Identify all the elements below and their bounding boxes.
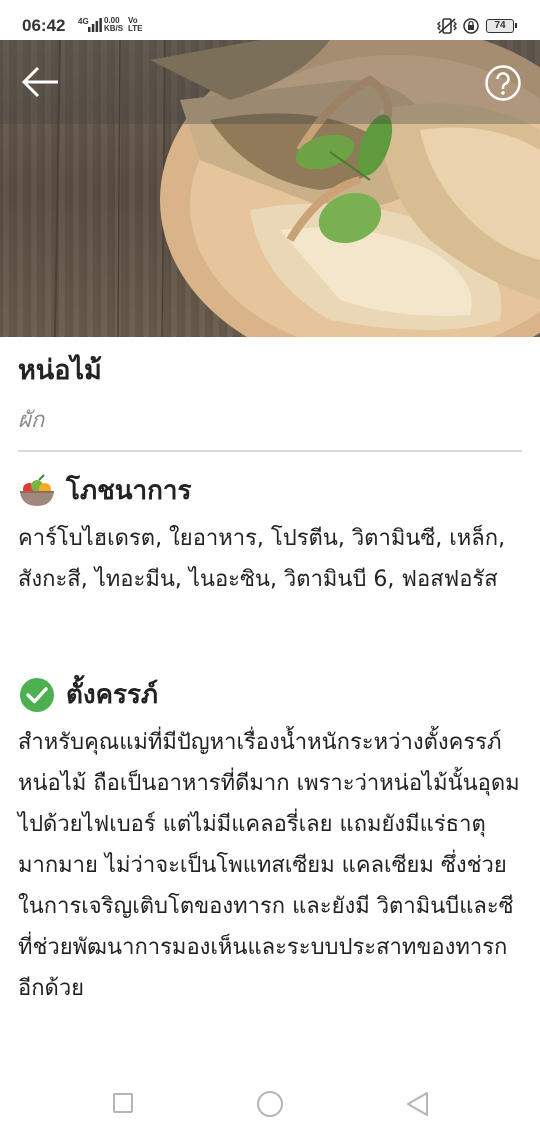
pregnancy-heading: ตั้งครรภ์: [66, 680, 159, 710]
nutrition-text: คาร์โบไฮเดรต, ใยอาหาร, โปรตีน, วิตามินซี…: [18, 526, 506, 592]
signal-icon: [88, 18, 102, 32]
question-circle-icon[interactable]: [484, 64, 522, 102]
pregnancy-header: ตั้งครรภ์: [18, 674, 158, 715]
nutrition-header: โภชนาการ: [18, 470, 191, 511]
app-bar: [0, 40, 540, 124]
divider: [18, 450, 522, 452]
vibrate-icon: [437, 18, 457, 34]
network-speed: 0.00 KB/S: [104, 17, 123, 33]
status-bar: 06:42 4G 0.00 KB/S Vo LTE 74: [0, 0, 540, 40]
circle-icon[interactable]: [257, 1091, 283, 1117]
food-category: ผัก: [18, 408, 45, 433]
food-title: หน่อไม้: [18, 355, 102, 386]
triangle-back-icon[interactable]: [404, 1090, 430, 1118]
lock-rotation-icon: [463, 18, 479, 34]
check-circle-icon: [20, 677, 54, 712]
battery-icon: 74: [486, 19, 517, 33]
volte-indicator: Vo LTE: [128, 17, 143, 33]
nutrition-heading: โภชนาการ: [66, 476, 192, 506]
arrow-left-icon[interactable]: [20, 64, 62, 100]
pregnancy-text: สำหรับคุณแม่ที่มีปัญหาเรื่องน้ำหนักระหว่…: [18, 730, 520, 1001]
food-bowl-icon: [20, 473, 54, 506]
status-time: 06:42: [22, 16, 66, 35]
navigation-bar: [0, 1072, 540, 1140]
volte-bottom: LTE: [128, 24, 143, 33]
square-icon[interactable]: [113, 1093, 133, 1113]
speed-unit: KB/S: [104, 24, 124, 33]
